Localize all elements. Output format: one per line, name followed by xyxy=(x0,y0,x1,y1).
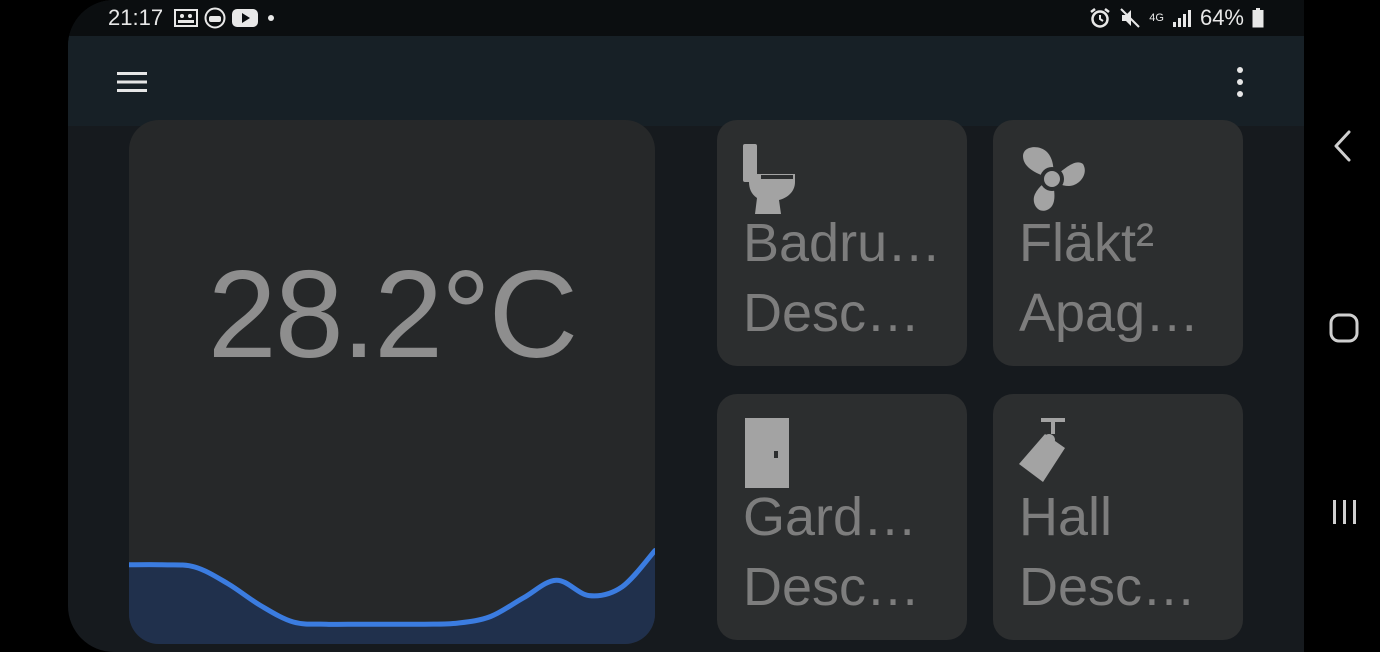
status-system-icons: 4G 64% xyxy=(1089,5,1264,31)
tile-garderob[interactable]: Gard… Desc… xyxy=(717,394,967,640)
home-button[interactable] xyxy=(1324,308,1364,348)
youtube-icon xyxy=(232,9,258,27)
hamburger-menu-icon xyxy=(117,72,147,92)
tile-name: Gard… xyxy=(743,487,918,547)
status-bar: 21:17 4G 64% xyxy=(68,0,1304,36)
signal-icon xyxy=(1172,10,1191,27)
battery-percentage: 64% xyxy=(1199,5,1244,30)
fan-icon xyxy=(1023,147,1085,211)
tile-flakt[interactable]: Fläkt² Apag… xyxy=(993,120,1243,366)
tile-badrum[interactable]: Badru… Desc… xyxy=(717,120,967,366)
app-screen: 21:17 4G 64% 28.2°C Badru… Desc… Fläkt² … xyxy=(68,0,1304,652)
tile-name: Badru… xyxy=(743,213,942,273)
tile-name: Hall xyxy=(1019,487,1113,547)
temperature-value: 28.2°C xyxy=(207,246,578,384)
trend-fill xyxy=(129,550,655,644)
recents-icon xyxy=(1333,500,1356,524)
app-bar xyxy=(68,36,1304,126)
tile-state: Desc… xyxy=(743,283,921,343)
mute-icon xyxy=(1120,8,1140,28)
tile-state: Apag… xyxy=(1019,283,1200,343)
tile-name: Fläkt² xyxy=(1019,213,1154,273)
tile-hall[interactable]: Hall Desc… xyxy=(993,394,1243,640)
dot-icon xyxy=(268,15,274,21)
more-options-button[interactable] xyxy=(1222,64,1258,100)
dashboard-content: 28.2°C Badru… Desc… Fläkt² Apag… Gard… D… xyxy=(68,120,1304,652)
tile-state: Desc… xyxy=(1019,557,1197,617)
back-button[interactable] xyxy=(1324,126,1364,166)
tile-state: Desc… xyxy=(743,557,921,617)
door-icon xyxy=(745,418,789,488)
toilet-icon xyxy=(743,144,795,214)
driving-icon xyxy=(204,7,226,29)
gallery-icon xyxy=(174,9,198,27)
ceiling-light-icon xyxy=(1019,418,1065,482)
temperature-sensor-card[interactable]: 28.2°C xyxy=(129,120,655,644)
menu-button[interactable] xyxy=(110,64,154,100)
status-time: 21:17 xyxy=(108,5,164,30)
network-4g-icon: 4G xyxy=(1149,11,1164,24)
temperature-trend-graph xyxy=(129,548,655,644)
back-icon xyxy=(1334,130,1351,162)
alarm-icon xyxy=(1090,8,1111,28)
more-vert-icon xyxy=(1237,67,1243,97)
home-icon xyxy=(1329,313,1359,343)
status-notification-icons xyxy=(174,7,278,29)
recents-button[interactable] xyxy=(1324,492,1364,532)
battery-icon xyxy=(1252,8,1264,28)
system-navigation-bar xyxy=(1304,0,1380,652)
